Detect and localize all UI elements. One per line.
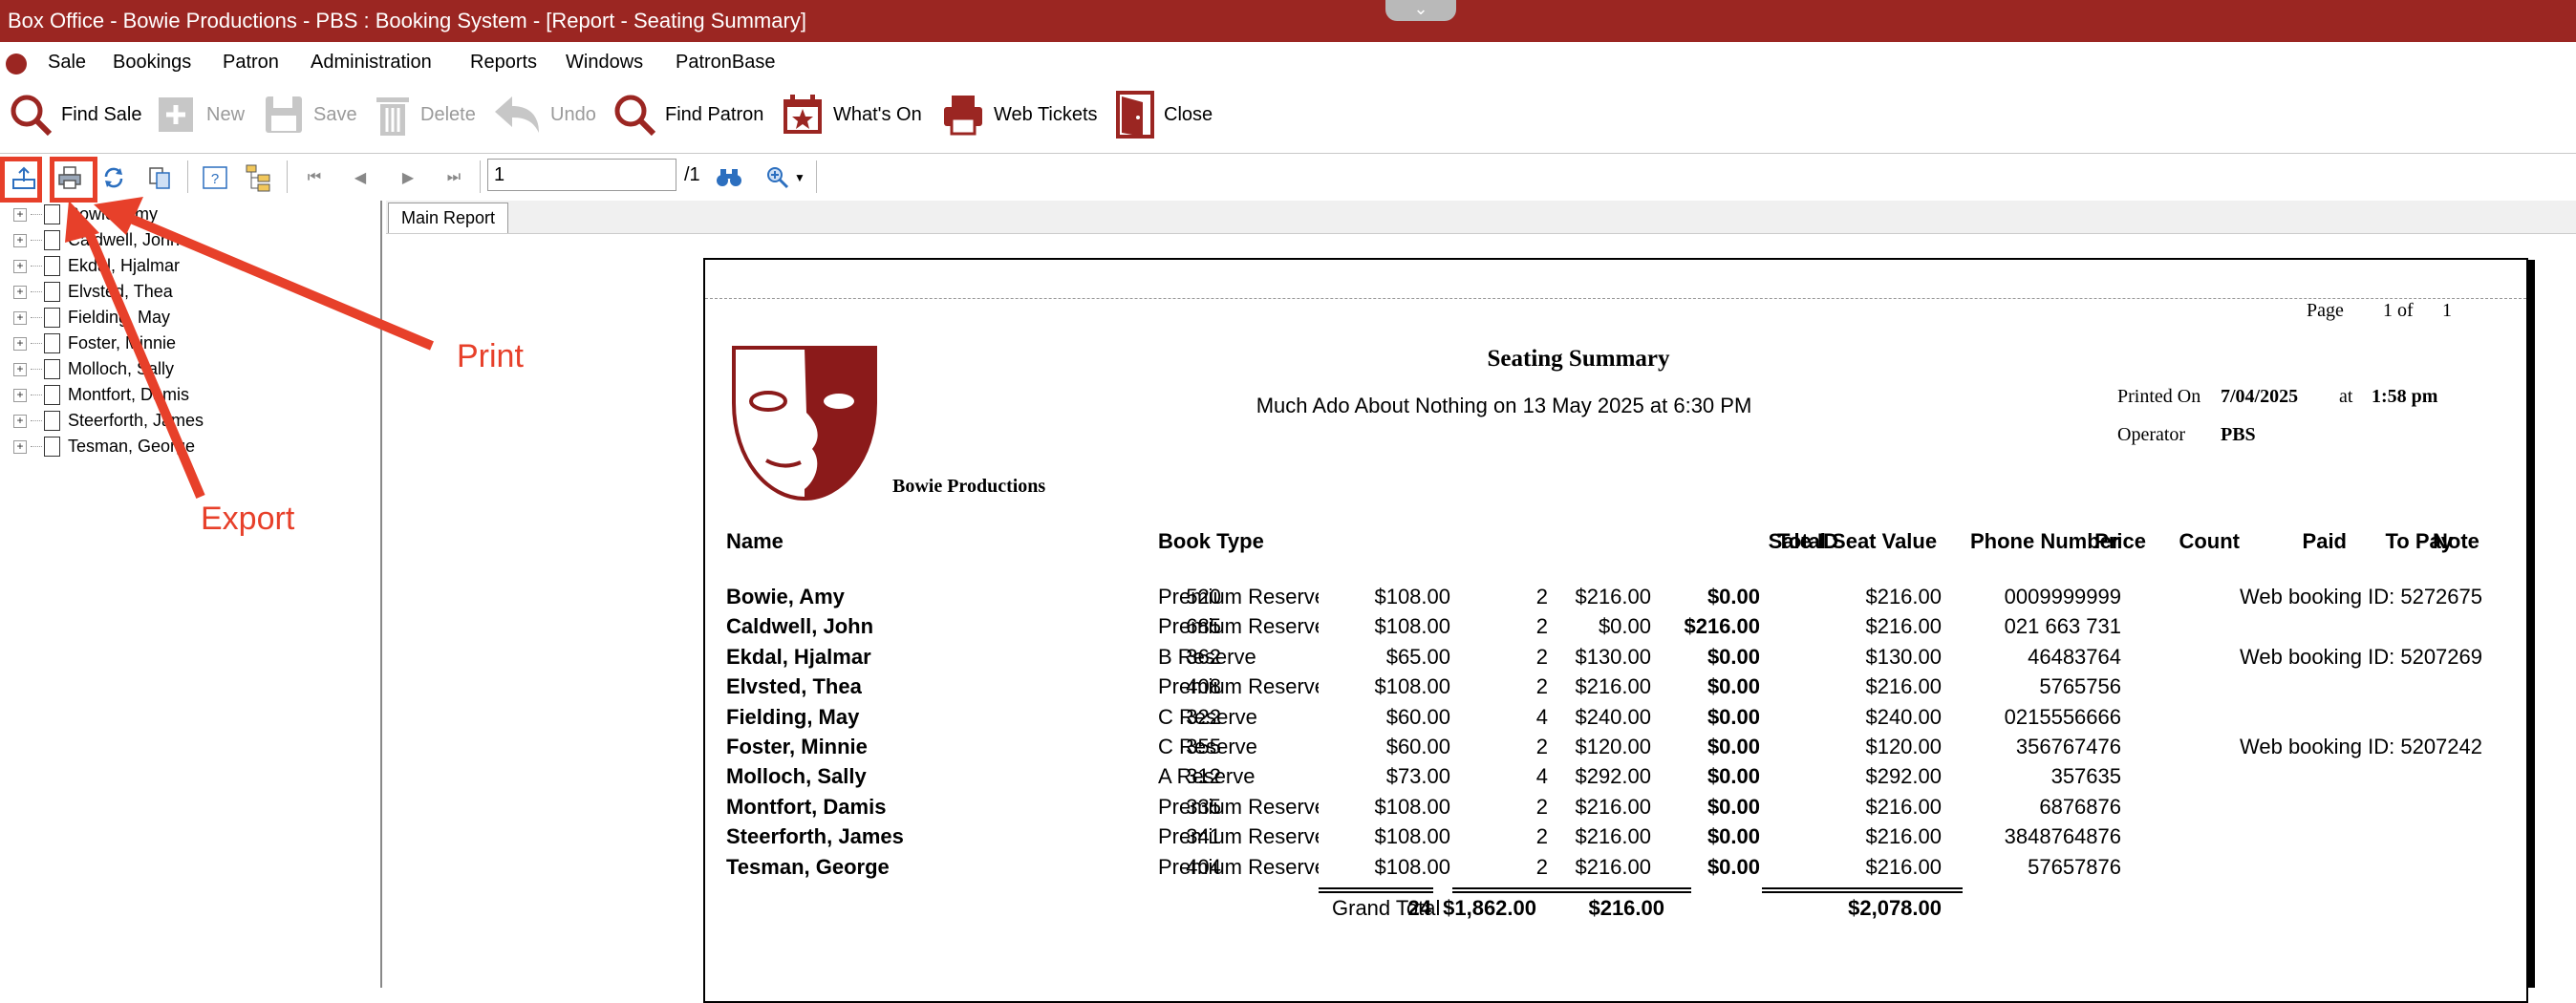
print-annotation-label: Print (457, 338, 524, 374)
export-annotation-label: Export (201, 501, 295, 537)
annotation-arrows (65, 197, 434, 499)
